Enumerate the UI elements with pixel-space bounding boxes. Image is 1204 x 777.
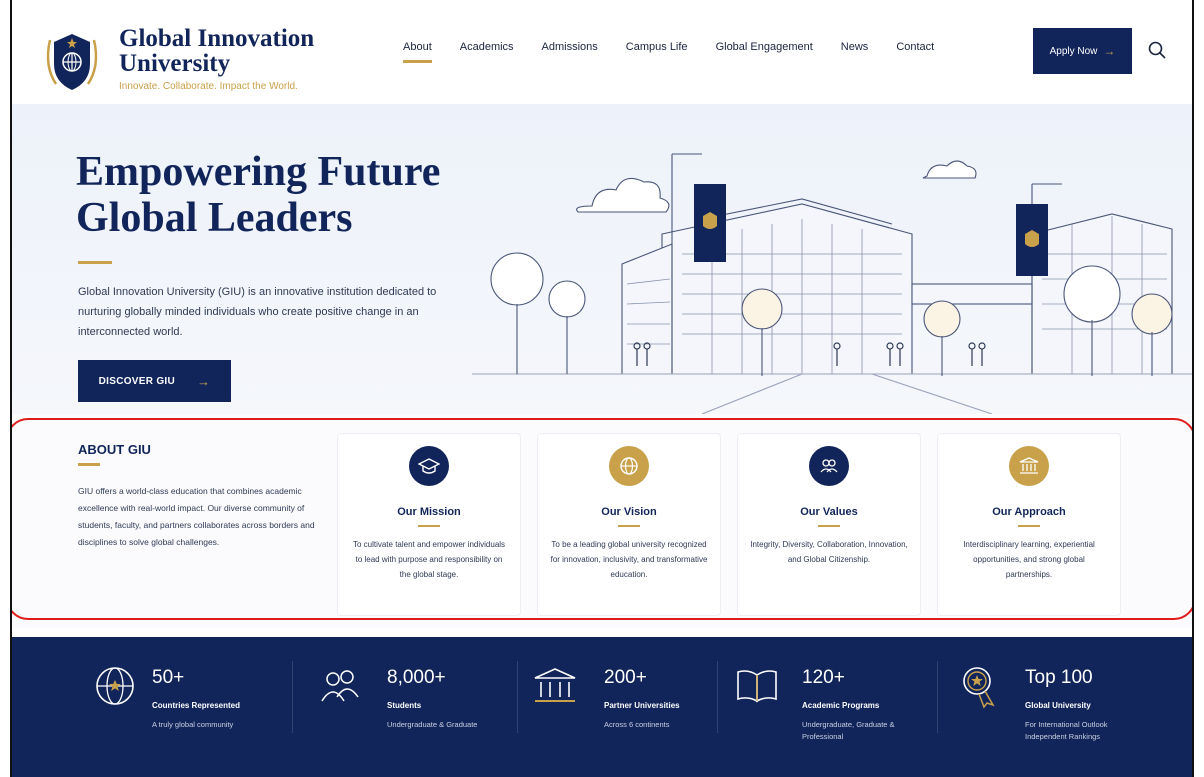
stat-ranking-value: Top 100 bbox=[1025, 667, 1093, 688]
nav-item-global-engagement[interactable]: Global Engagement bbox=[716, 41, 813, 63]
stat-programs-value: 120+ bbox=[802, 667, 845, 688]
globe-icon bbox=[609, 446, 649, 486]
stat-partners-label: Partner Universities bbox=[604, 701, 680, 710]
mission-text: To cultivate talent and empower individu… bbox=[352, 540, 506, 579]
stat-ranking-sub: For International Outlook Independent Ra… bbox=[1025, 720, 1108, 741]
stat-divider bbox=[517, 661, 518, 733]
mission-title: Our Mission bbox=[397, 506, 461, 518]
brand-name-line1: Global Innovation bbox=[119, 25, 315, 52]
values-text: Integrity, Diversity, Collaboration, Inn… bbox=[750, 540, 908, 564]
mission-card[interactable]: Our Mission To cultivate talent and empo… bbox=[337, 433, 521, 616]
nav-item-about[interactable]: About bbox=[403, 41, 432, 63]
nav-item-admissions[interactable]: Admissions bbox=[542, 41, 598, 63]
vision-text: To be a leading global university recogn… bbox=[550, 540, 708, 579]
about-divider bbox=[78, 463, 100, 466]
values-title: Our Values bbox=[800, 506, 858, 518]
values-divider bbox=[818, 525, 840, 527]
discover-giu-button[interactable]: DISCOVER GIU → bbox=[78, 360, 231, 402]
vision-title: Our Vision bbox=[601, 506, 657, 518]
stat-countries-label: Countries Represented bbox=[152, 701, 241, 710]
brand-tagline: Innovate. Collaborate. Impact the World. bbox=[119, 81, 298, 92]
stats-band: 50+ Countries Represented A truly global… bbox=[12, 637, 1192, 777]
values-card[interactable]: Our Values Integrity, Diversity, Collabo… bbox=[737, 433, 921, 616]
stat-divider bbox=[292, 661, 293, 733]
brand-block[interactable]: Global Innovation University Innovate. C… bbox=[119, 26, 314, 92]
approach-divider bbox=[1018, 525, 1040, 527]
nav-item-campus-life[interactable]: Campus Life bbox=[626, 41, 688, 63]
stat-students-sub: Undergraduate & Graduate bbox=[387, 720, 478, 729]
shield-logo-icon[interactable] bbox=[42, 26, 102, 96]
search-icon[interactable] bbox=[1147, 40, 1167, 60]
hero-section: Empowering Future Global Leaders Global … bbox=[12, 104, 1192, 414]
approach-title: Our Approach bbox=[992, 506, 1066, 518]
about-heading: ABOUT GIU bbox=[78, 442, 151, 457]
globe-star-icon bbox=[96, 667, 134, 705]
hero-description: Global Innovation University (GIU) is an… bbox=[78, 286, 437, 338]
main-nav: About Academics Admissions Campus Life G… bbox=[403, 41, 962, 63]
stat-students-value: 8,000+ bbox=[387, 667, 446, 688]
hero-title: Empowering Future Global Leaders bbox=[76, 149, 506, 241]
apply-now-button[interactable]: Apply Now → bbox=[1033, 28, 1132, 74]
stat-ranking-label: Global University bbox=[1025, 701, 1091, 710]
graduation-cap-icon bbox=[409, 446, 449, 486]
vision-card[interactable]: Our Vision To be a leading global univer… bbox=[537, 433, 721, 616]
stat-countries-value: 50+ bbox=[152, 667, 185, 688]
nav-item-contact[interactable]: Contact bbox=[896, 41, 934, 63]
nav-item-academics[interactable]: Academics bbox=[460, 41, 514, 63]
stat-divider bbox=[717, 661, 718, 733]
mission-divider bbox=[418, 525, 440, 527]
stat-divider bbox=[937, 661, 938, 733]
approach-card[interactable]: Our Approach Interdisciplinary learning,… bbox=[937, 433, 1121, 616]
stat-programs-sub: Undergraduate, Graduate & Professional bbox=[802, 720, 895, 741]
institution-icon bbox=[534, 668, 576, 702]
stat-countries-sub: A truly global community bbox=[152, 720, 234, 729]
arrow-right-icon: → bbox=[1103, 44, 1116, 58]
approach-text: Interdisciplinary learning, experiential… bbox=[963, 540, 1095, 579]
hero-title-line2: Global Leaders bbox=[76, 195, 353, 241]
people-icon bbox=[809, 446, 849, 486]
hero-title-line1: Empowering Future bbox=[76, 149, 441, 195]
hero-divider bbox=[78, 261, 112, 264]
discover-giu-label: DISCOVER GIU bbox=[98, 375, 176, 387]
brand-name-line2: University bbox=[119, 50, 231, 77]
award-badge-icon bbox=[963, 667, 995, 709]
stat-students-label: Students bbox=[387, 701, 422, 710]
apply-now-label: Apply Now bbox=[1049, 45, 1098, 57]
arrow-right-icon: → bbox=[197, 373, 211, 389]
open-book-icon bbox=[737, 670, 777, 703]
stat-partners-value: 200+ bbox=[604, 667, 647, 688]
about-description: GIU offers a world-class education that … bbox=[78, 486, 315, 547]
vision-divider bbox=[618, 525, 640, 527]
page-frame: Global Innovation University Innovate. C… bbox=[10, 0, 1194, 777]
students-icon bbox=[321, 670, 359, 702]
campus-illustration bbox=[472, 153, 1192, 414]
site-header: Global Innovation University Innovate. C… bbox=[12, 0, 1192, 104]
stat-programs-label: Academic Programs bbox=[802, 701, 880, 710]
stat-partners-sub: Across 6 continents bbox=[604, 720, 670, 729]
nav-item-news[interactable]: News bbox=[841, 41, 869, 63]
institution-icon bbox=[1009, 446, 1049, 486]
